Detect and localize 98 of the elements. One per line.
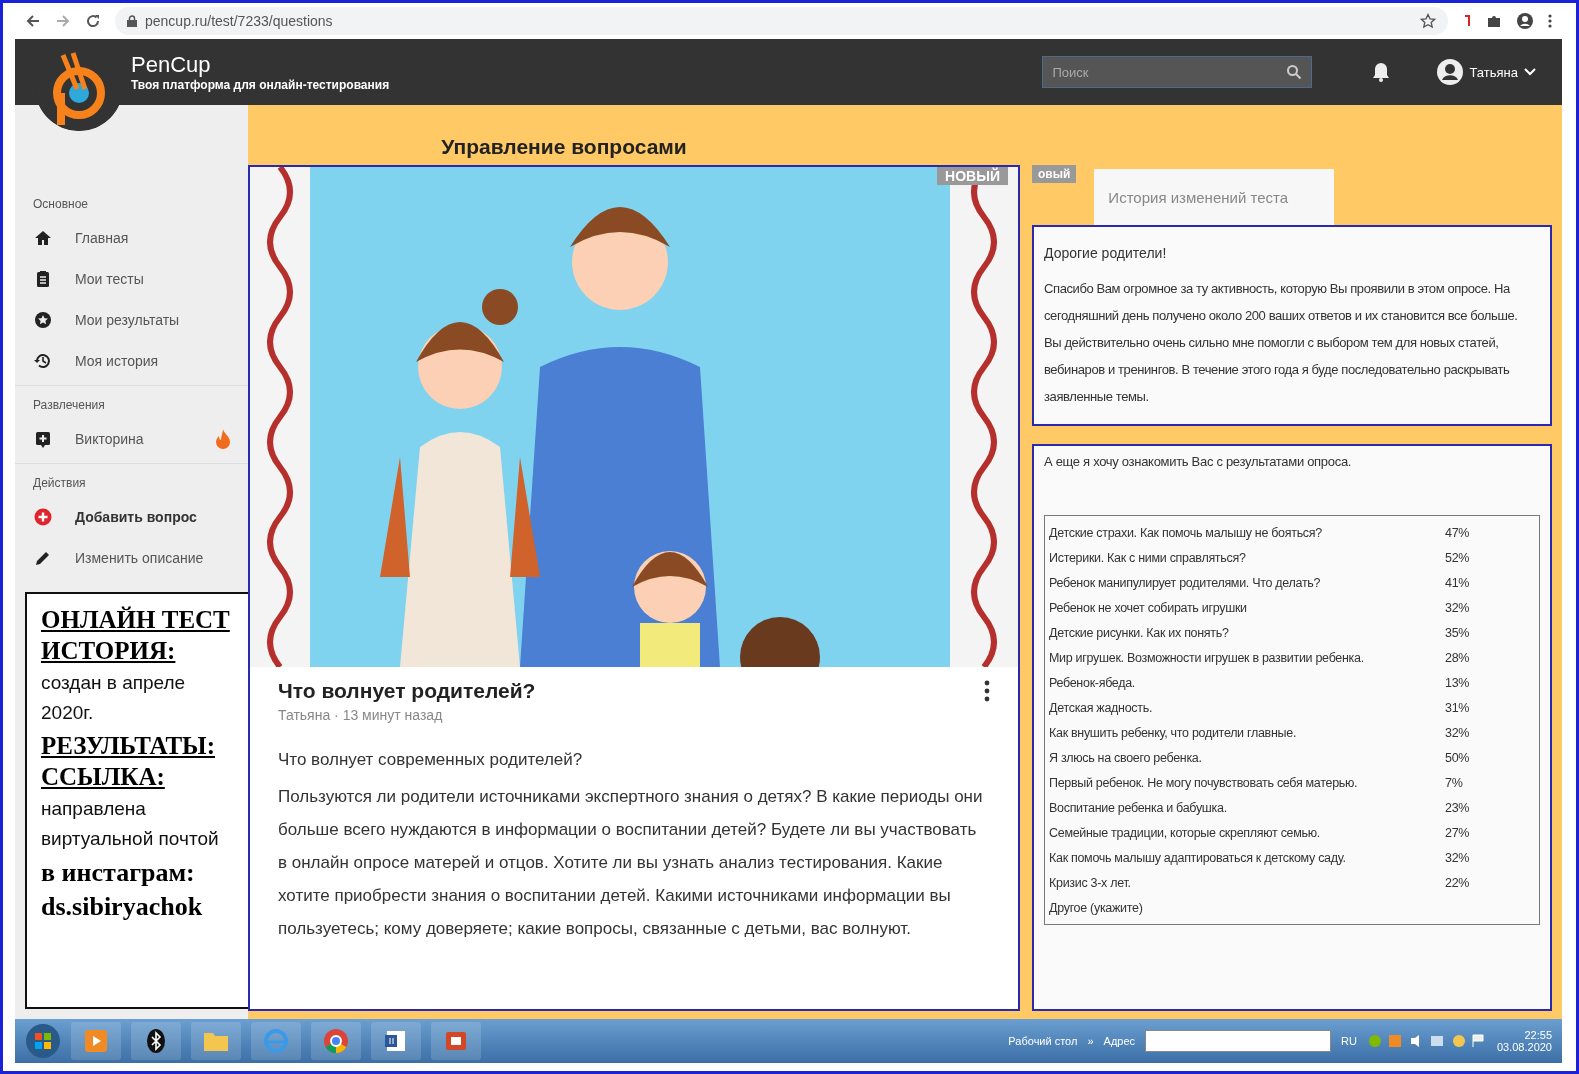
topic-cell-text: Детская жадность. <box>1049 700 1154 715</box>
bluetooth-button[interactable] <box>131 1022 181 1060</box>
sidebar-item[interactable]: Викторина <box>15 418 248 459</box>
page-title: Управление вопросами <box>440 134 688 160</box>
note-heading: РЕЗУЛЬТАТЫ: ССЫЛКА: <box>41 731 216 792</box>
clock-date[interactable]: 03.08.2020 <box>1496 1041 1552 1053</box>
question-text: Что волнует современных родителей? <box>278 749 584 771</box>
section-title: Развлечения <box>32 397 106 414</box>
tagline: Твоя платформа для онлайн-тестирования <box>131 78 390 92</box>
chrome-icon <box>323 1028 349 1054</box>
folder-icon <box>203 1030 229 1052</box>
history-title[interactable]: История изменений теста <box>1094 169 1335 225</box>
topic-cell-text: Как внушить ребенку, что родители главные. <box>1049 725 1298 740</box>
sidebar-item[interactable]: Моя история <box>15 340 248 381</box>
percent-cell-text: 32% <box>1445 725 1471 740</box>
new-badge: НОВЫЙ <box>937 167 1008 185</box>
topic-cell-text: Ребенок не хочет собирать игрушки <box>1049 600 1248 615</box>
topic-cell-text: Первый ребенок. Не могу почувствовать себя матерью. <box>1049 775 1359 790</box>
chevron-text[interactable]: » <box>1087 1035 1094 1047</box>
add-icon <box>33 506 53 527</box>
letter-greeting: Дорогие родители! <box>1044 245 1168 261</box>
percent-cell-text: 35% <box>1445 625 1471 640</box>
extension-icon[interactable] <box>1462 13 1472 29</box>
search-field[interactable]: Поиск <box>1041 56 1312 88</box>
reload-icon[interactable] <box>85 13 101 29</box>
topic-cell-text: Кризис 3-х лет. <box>1049 875 1132 890</box>
percent-cell-text: 13% <box>1445 675 1471 690</box>
percent-cell-text: 23% <box>1445 800 1471 815</box>
user-menu[interactable]: Татьяна <box>1429 57 1542 87</box>
sidebar-item[interactable]: Добавить вопрос <box>15 496 248 537</box>
sidebar-item[interactable]: Главная <box>15 217 248 258</box>
sidebar-item[interactable]: Мои тесты <box>15 258 248 299</box>
topic-cell-text: Другое (укажите) <box>1049 900 1144 915</box>
presentation-button[interactable] <box>431 1022 481 1060</box>
topic-cell-text: Ребенок манипулирует родителями. Что делать? <box>1049 575 1322 590</box>
account-icon[interactable] <box>1516 12 1534 30</box>
sidebar-item[interactable]: Мои результаты <box>15 299 248 340</box>
letter-text: Вы действительно очень сильно мне помогли с выбором тем для новых статей, вебинаров и тренингов. В течение этого года я буде последовательно раскрывать заявленные темы. <box>1044 334 1511 406</box>
topic-cell-text: Истерики. Как с ними справляться? <box>1049 550 1247 565</box>
note-heading: ОНЛАЙН ТЕСТ ИСТОРИЯ: <box>41 605 231 666</box>
note-link-text: в инстаграм: ds.sibiryachok <box>41 857 204 923</box>
chrome-button[interactable] <box>311 1022 361 1060</box>
percent-cell-text: 32% <box>1445 600 1471 615</box>
bluetooth-icon <box>147 1029 165 1053</box>
document-icon <box>384 1029 408 1053</box>
language-indicator[interactable]: RU <box>1341 1035 1357 1047</box>
brand-name: PenCup <box>131 52 212 78</box>
clock-time[interactable]: 22:55 <box>1524 1029 1552 1041</box>
topic-cell-text: Я злюсь на своего ребенка. <box>1049 750 1203 765</box>
topic-cell-text: Ребенок-ябеда. <box>1049 675 1137 690</box>
address-bar[interactable]: pencup.ru/test/7233/questions <box>115 7 1448 35</box>
topic-cell-text: Детские страхи. Как помочь малышу не бояться? <box>1049 525 1323 540</box>
desktop-label[interactable]: Рабочий стол <box>1008 1035 1078 1047</box>
start-button-icon[interactable] <box>25 1023 61 1059</box>
new-badge: овый <box>1032 165 1077 183</box>
percent-cell-text: 28% <box>1445 650 1471 665</box>
note-text: создан в апреле 2020г. <box>41 671 187 725</box>
play-icon <box>85 1030 107 1052</box>
percent-cell-text: 50% <box>1445 750 1471 765</box>
percent-cell-text: 7% <box>1445 775 1464 790</box>
tray-icons-drawing[interactable] <box>1366 1033 1487 1049</box>
question-meta: Татьяна · 13 минут назад <box>278 707 444 723</box>
kebab-menu-icon[interactable] <box>984 680 990 702</box>
sidebar-item[interactable]: Изменить описание <box>15 537 248 578</box>
address-field[interactable] <box>1145 1030 1332 1052</box>
percent-cell-text: 47% <box>1445 525 1471 540</box>
letter-text: Спасибо Вам огромное за ту активность, которую Вы проявили в этом опросе. На сегодняшний день получено около 200 ваших ответов и их становится все больше. <box>1044 280 1519 325</box>
topic-cell-text: Воспитание ребенка и бабушка. <box>1049 800 1228 815</box>
note-text: направлена виртуальной почтой <box>41 797 220 851</box>
question-title: Что волнует родителей? <box>278 679 537 703</box>
section-title: Действия <box>32 475 87 492</box>
lock-icon <box>127 15 137 27</box>
search-icon[interactable] <box>1285 64 1302 80</box>
media-player-button[interactable] <box>71 1022 121 1060</box>
section-title: Основное <box>32 196 89 213</box>
results-intro: А еще я хочу ознакомить Вас с результатами опроса. <box>1044 454 1353 469</box>
percent-cell-text: 32% <box>1445 850 1471 865</box>
address-label: Адрес <box>1103 1035 1136 1047</box>
url-text: pencup.ru/test/7233/questions <box>145 13 333 29</box>
percent-cell-text: 22% <box>1445 875 1471 890</box>
word-button[interactable] <box>371 1022 421 1060</box>
chevron-icon <box>1524 68 1536 76</box>
topic-cell-text: Детские рисунки. Как их понять? <box>1049 625 1230 640</box>
back-icon[interactable] <box>25 13 41 29</box>
percent-cell-text: 52% <box>1445 550 1471 565</box>
percent-cell-text: 41% <box>1445 575 1471 590</box>
menu-icon[interactable] <box>1548 13 1552 29</box>
topic-cell-text: Семейные традиции, которые скрепляют семью. <box>1049 825 1321 840</box>
percent-cell-text: 31% <box>1445 700 1471 715</box>
topic-cell-text: Мир игрушек. Возможности игрушек в развитии ребенка. <box>1049 650 1365 665</box>
e-logo-icon <box>263 1028 289 1054</box>
avatar-icon <box>1435 58 1464 86</box>
question-text: Пользуются ли родители источниками экспертного знания о детях? В какие периоды они больше всего нуждаются в информации о воспитании детей? Будете ли вы участвовать в онлайн опросе матерей и отцов. Хотите ли вы узнать анализ тестирования. Какие хотите приобрести знания о воспитании детей. Какими источниками информации вы пользуетесь; кому доверяете; какие вопросы, связанные с детьми, вас волнуют. <box>278 786 984 940</box>
bell-icon[interactable] <box>1371 62 1390 82</box>
star-icon[interactable] <box>1420 13 1436 29</box>
slides-icon <box>444 1029 468 1053</box>
percent-cell-text: 27% <box>1445 825 1471 840</box>
topic-cell-text: Как помочь малышу адаптироваться к детскому саду. <box>1049 850 1347 865</box>
